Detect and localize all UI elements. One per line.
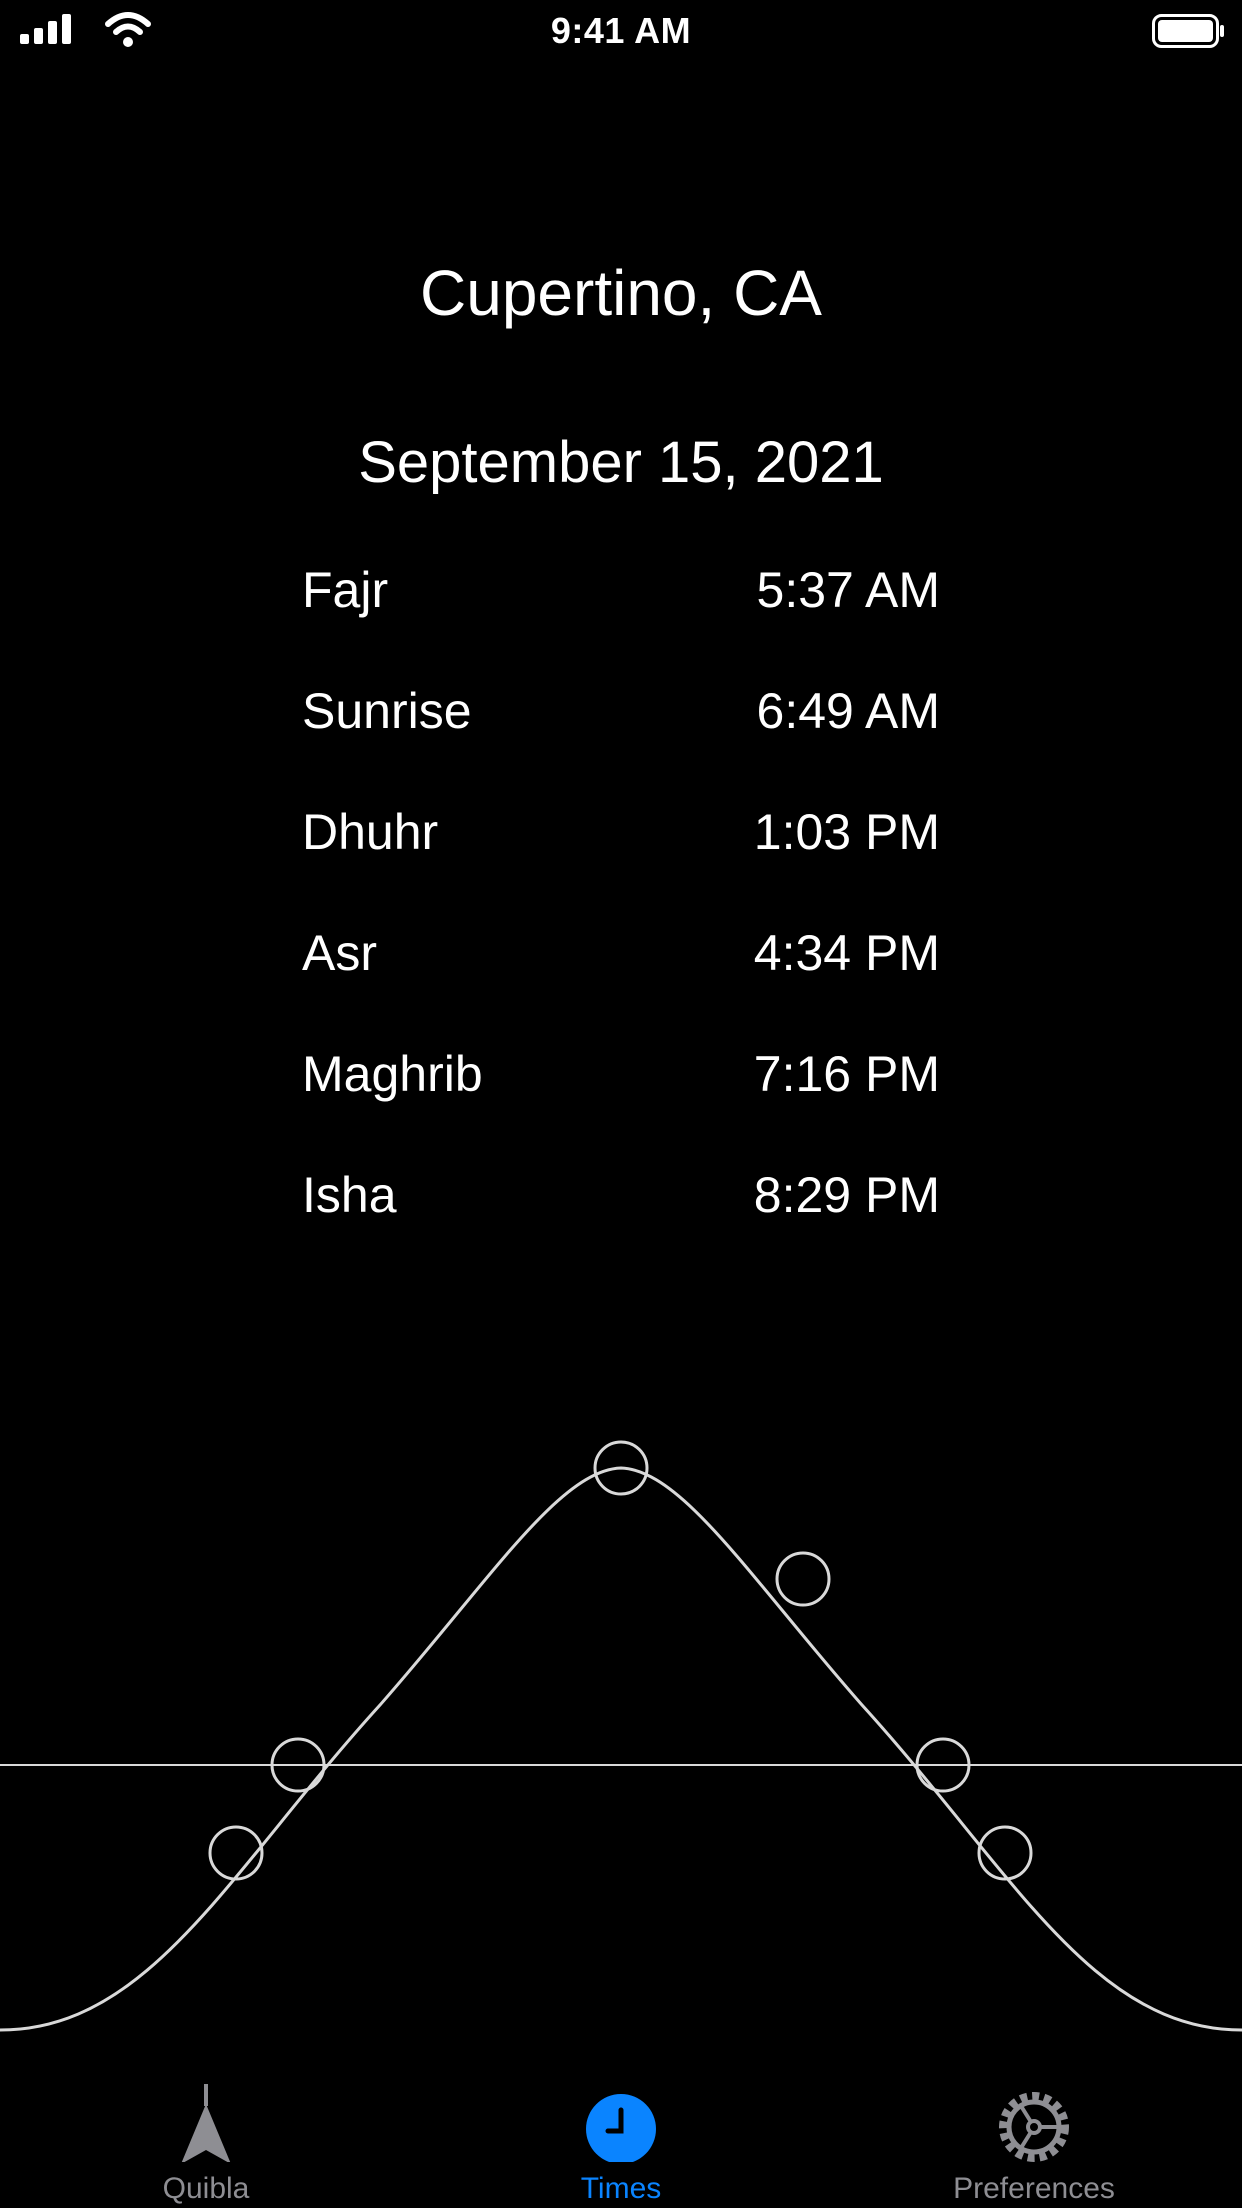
prayer-row-dhuhr: Dhuhr 1:03 PM [302,797,940,918]
tab-label-preferences: Preferences [953,2172,1115,2205]
tab-bar: Quibla Times Preferences [0,2060,1242,2208]
prayer-time: 4:34 PM [753,925,940,981]
status-bar: 9:41 AM [0,0,1242,60]
sun-path-curve [0,1466,1242,2032]
tab-quibla[interactable]: Quibla [76,2060,336,2208]
tab-label-quibla: Quibla [162,2172,250,2205]
prayer-name: Maghrib [302,1046,483,1102]
prayer-time: 5:37 AM [756,562,940,618]
prayer-name: Fajr [302,562,389,618]
clock-icon [586,2094,656,2162]
asr-marker [775,1551,831,1607]
prayer-name: Dhuhr [302,804,439,860]
tab-times[interactable]: Times [491,2060,751,2208]
prayer-times-list: Fajr 5:37 AM Sunrise 6:49 AM Dhuhr 1:03 … [302,555,940,1281]
location-title: Cupertino, CA [420,257,822,329]
sun-path-graph [0,1440,1242,2032]
prayer-time: 1:03 PM [753,804,940,860]
status-time: 9:41 AM [550,10,692,51]
prayer-time: 6:49 AM [756,683,940,739]
prayer-row-sunrise: Sunrise 6:49 AM [302,676,940,797]
prayer-name: Isha [302,1167,397,1223]
battery-icon [1152,14,1224,48]
prayer-time: 7:16 PM [753,1046,940,1102]
tab-label-times: Times [580,2172,662,2205]
prayer-name: Sunrise [302,683,472,739]
tab-preferences[interactable]: Preferences [904,2060,1164,2208]
prayer-time: 8:29 PM [753,1167,940,1223]
compass-arrow-icon [181,2084,231,2162]
prayer-row-isha: Isha 8:29 PM [302,1160,940,1281]
prayer-name: Asr [302,925,377,981]
prayer-row-fajr: Fajr 5:37 AM [302,555,940,676]
date-heading: September 15, 2021 [358,430,884,495]
prayer-row-maghrib: Maghrib 7:16 PM [302,1039,940,1160]
prayer-row-asr: Asr 4:34 PM [302,918,940,1039]
gear-icon [999,2092,1069,2162]
